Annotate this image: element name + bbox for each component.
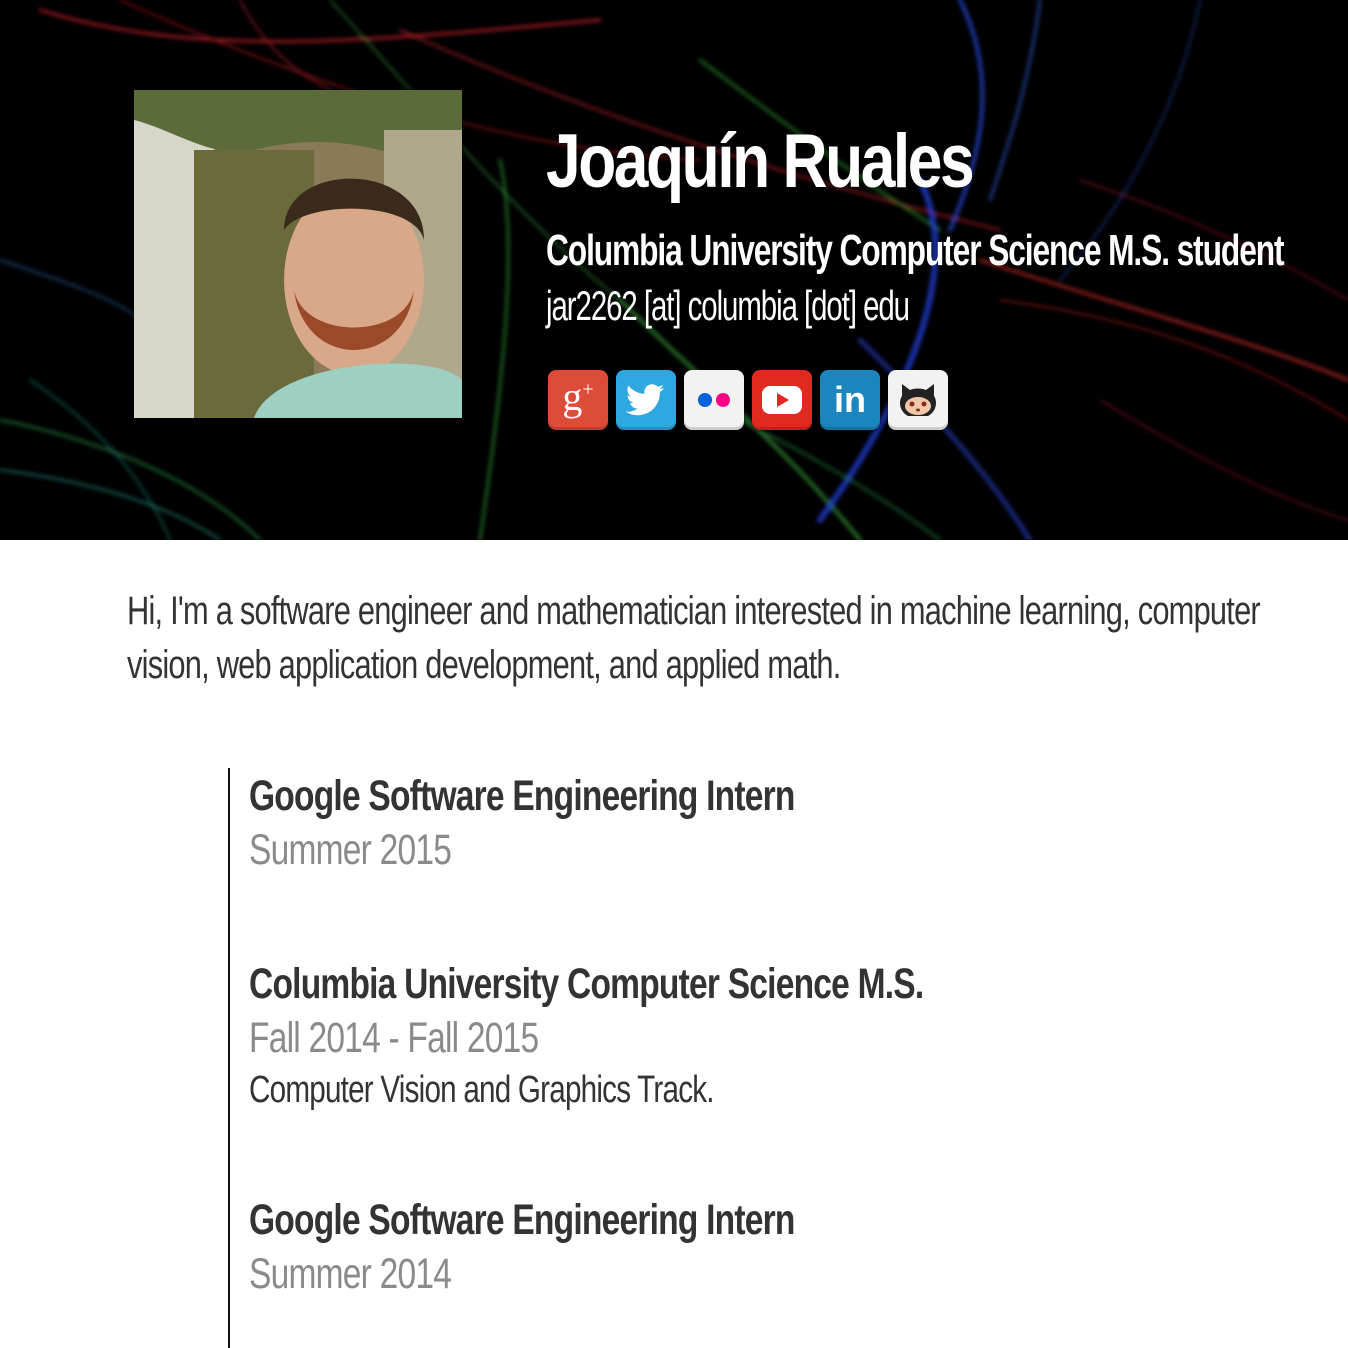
google-plus-icon: g+ bbox=[562, 374, 594, 419]
entry-date: Summer 2015 bbox=[249, 826, 452, 874]
twitter-icon bbox=[626, 384, 664, 416]
linkedin-icon: in bbox=[834, 379, 866, 420]
entry-date: Fall 2014 - Fall 2015 bbox=[249, 1014, 539, 1062]
header-banner: Joaquín Ruales Columbia University Compu… bbox=[0, 0, 1348, 540]
github-icon bbox=[900, 384, 936, 416]
google-plus-link[interactable]: g+ bbox=[548, 370, 608, 430]
entry-title: Google Software Engineering Intern bbox=[249, 1196, 795, 1244]
flickr-icon bbox=[698, 393, 730, 407]
entry-title: Columbia University Computer Science M.S… bbox=[249, 960, 924, 1008]
entry-title: Google Software Engineering Intern bbox=[249, 772, 795, 820]
entry-date: Summer 2014 bbox=[249, 1250, 452, 1298]
entry-description: Computer Vision and Graphics Track. bbox=[249, 1069, 715, 1111]
timeline-entry: Columbia University Computer Science M.S… bbox=[249, 958, 924, 1114]
linkedin-link[interactable]: in bbox=[820, 370, 880, 430]
timeline-line bbox=[228, 768, 230, 1348]
intro-text: Hi, I'm a software engineer and mathemat… bbox=[127, 589, 1261, 687]
github-link[interactable] bbox=[888, 370, 948, 430]
timeline-entry: Google Software Engineering Intern Summe… bbox=[249, 1194, 795, 1302]
profile-email: jar2262 [at] columbia [dot] edu bbox=[546, 282, 910, 329]
flickr-link[interactable] bbox=[684, 370, 744, 430]
twitter-link[interactable] bbox=[616, 370, 676, 430]
profile-subtitle: Columbia University Computer Science M.S… bbox=[546, 226, 1285, 275]
profile-photo bbox=[134, 90, 462, 418]
profile-name: Joaquín Ruales bbox=[546, 119, 975, 204]
social-links: g+ in bbox=[548, 370, 948, 430]
youtube-link[interactable] bbox=[752, 370, 812, 430]
timeline-entry: Google Software Engineering Intern Summe… bbox=[249, 770, 795, 878]
youtube-icon bbox=[762, 386, 802, 414]
